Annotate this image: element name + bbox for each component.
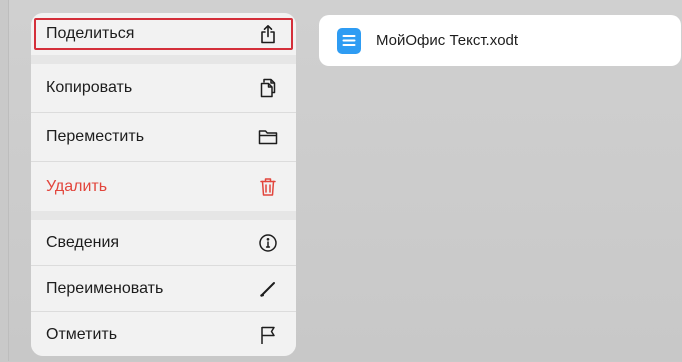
- menu-item-label: Поделиться: [46, 25, 135, 42]
- menu-item-details[interactable]: Сведения: [31, 220, 296, 266]
- share-icon: [258, 24, 278, 44]
- menu-item-move[interactable]: Переместить: [31, 113, 296, 162]
- trash-icon: [258, 177, 278, 197]
- menu-item-label: Сведения: [46, 233, 120, 251]
- menu-item-share[interactable]: Поделиться: [31, 13, 296, 55]
- menu-item-copy[interactable]: Копировать: [31, 64, 296, 113]
- menu-item-delete[interactable]: Удалить: [31, 162, 296, 211]
- menu-item-label: Копировать: [46, 79, 133, 96]
- menu-group-share: Поделиться: [31, 13, 296, 55]
- menu-item-label: Отметить: [46, 326, 118, 343]
- menu-item-rename[interactable]: Переименовать: [31, 266, 296, 312]
- flag-icon: [258, 325, 278, 345]
- menu-group-edit: Копировать Переместить Удалить: [31, 64, 296, 211]
- menu-item-label: Переместить: [46, 128, 145, 145]
- file-card[interactable]: МойОфис Текст.xodt: [319, 15, 681, 66]
- file-name: МойОфис Текст.xodt: [376, 32, 519, 49]
- context-menu: Поделиться Копировать Переместить Удалит…: [31, 13, 296, 356]
- text-document-icon: [336, 27, 362, 55]
- menu-item-label: Переименовать: [46, 279, 164, 297]
- menu-group-info: Сведения Переименовать Отметить: [31, 220, 296, 356]
- folder-icon: [258, 127, 278, 147]
- menu-item-label: Удалить: [46, 177, 108, 195]
- info-icon: [258, 233, 278, 253]
- copy-icon: [258, 78, 278, 98]
- pencil-icon: [258, 279, 278, 299]
- menu-item-mark[interactable]: Отметить: [31, 312, 296, 356]
